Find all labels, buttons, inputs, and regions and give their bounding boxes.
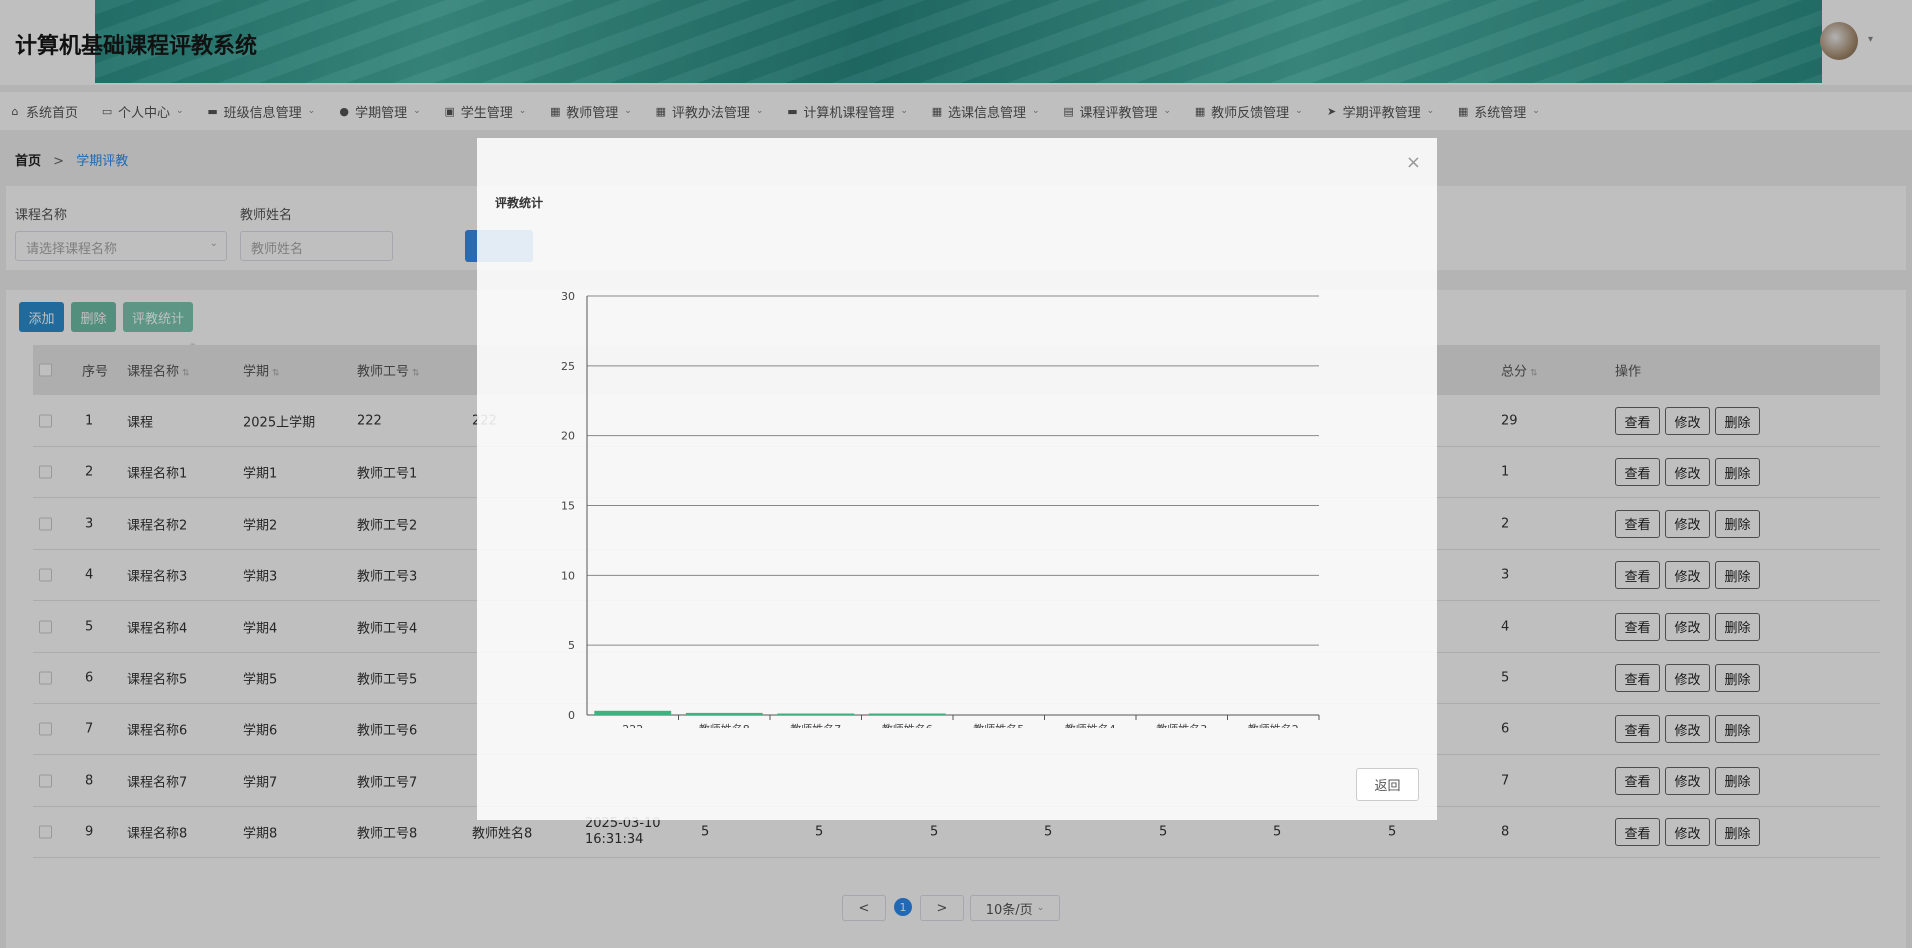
y-tick-label: 30	[561, 290, 575, 303]
x-tick-label: 教师姓名4	[1065, 722, 1116, 728]
y-tick-label: 0	[568, 709, 575, 722]
x-tick-label: 教师姓名5	[973, 722, 1024, 728]
x-tick-label: 教师姓名7	[790, 722, 841, 728]
y-tick-label: 25	[561, 360, 575, 373]
bar	[777, 713, 855, 715]
y-tick-label: 20	[561, 430, 575, 443]
x-tick-label: 教师姓名2	[1248, 722, 1299, 728]
x-tick-label: 教师姓名3	[1156, 722, 1207, 728]
y-tick-label: 15	[561, 500, 575, 513]
stats-modal: × 评教统计 0 5 10 15 20 25 30 222 教师姓名8 教师姓名7 教师姓名6 教师姓…	[477, 138, 1437, 820]
x-tick-label: 教师姓名8	[699, 722, 750, 728]
y-tick-label: 5	[568, 639, 575, 652]
x-tick-label: 222	[622, 723, 643, 728]
close-icon[interactable]: ×	[1406, 152, 1421, 173]
modal-title: 评教统计	[495, 196, 544, 210]
stats-chart: 0 5 10 15 20 25 30 222 教师姓名8 教师姓名7 教师姓名6 教师姓名5 教师姓名4…	[561, 290, 1320, 728]
app-title: 计算机基础课程评教系统	[15, 34, 258, 59]
back-button[interactable]: 返回	[1356, 768, 1419, 801]
bar	[868, 713, 946, 715]
bar	[685, 712, 763, 715]
x-tick-label: 教师姓名6	[882, 722, 933, 728]
y-tick-label: 10	[561, 569, 575, 582]
bar	[594, 710, 672, 715]
